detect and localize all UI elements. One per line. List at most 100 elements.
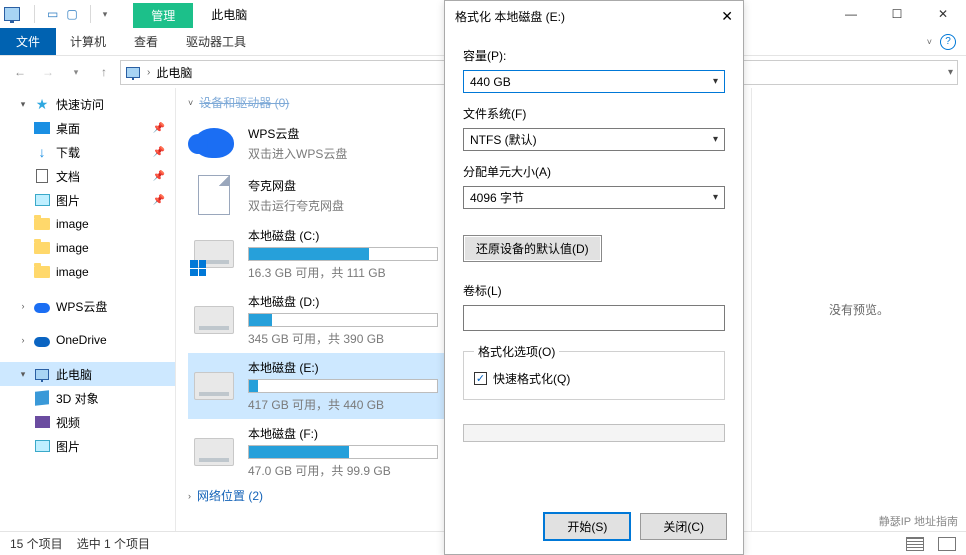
disk-icon — [192, 366, 236, 406]
nav-forward-button[interactable]: → — [36, 60, 60, 84]
drive-sub: 417 GB 可用，共 440 GB — [248, 396, 438, 413]
format-dialog: 格式化 本地磁盘 (E:) ✕ 容量(P): 440 GB ▾ 文件系统(F) N… — [444, 0, 744, 555]
sidebar-item-pics2[interactable]: 图片 — [0, 434, 175, 458]
sidebar-item-videos[interactable]: 视频 — [0, 410, 175, 434]
drive-sub: 16.3 GB 可用，共 111 GB — [248, 264, 438, 281]
download-icon: ↓ — [34, 144, 50, 160]
close-button[interactable]: ✕ — [920, 0, 966, 28]
sidebar-item-label: image — [56, 217, 89, 231]
sidebar-item-label: image — [56, 241, 89, 255]
expand-icon[interactable]: ▾ — [18, 99, 28, 110]
sidebar-item-label: 图片 — [56, 438, 80, 455]
folder-icon — [34, 240, 50, 256]
address-pc-icon — [125, 64, 141, 80]
group-label: 设备和驱动器 (0) — [199, 94, 289, 111]
ribbon-file[interactable]: 文件 — [0, 28, 56, 55]
disk-icon — [192, 234, 236, 274]
sidebar-item-label: 文档 — [56, 168, 80, 185]
maximize-button[interactable]: ☐ — [874, 0, 920, 28]
help-icon[interactable]: ? — [940, 34, 956, 50]
sidebar-quick-access[interactable]: ▾ ★ 快速访问 — [0, 92, 175, 116]
qat-dropdown-icon[interactable]: ▾ — [103, 9, 108, 20]
sidebar: ▾ ★ 快速访问 桌面📌 ↓下载📌 文档 📌 图片 📌 image image im… — [0, 88, 176, 531]
item-sub: 双击运行夸克网盘 — [248, 197, 344, 214]
sidebar-item-label: 3D 对象 — [56, 390, 99, 407]
wps-cloud-icon — [34, 298, 50, 314]
au-value: 4096 字节 — [470, 189, 524, 206]
format-progress — [463, 424, 725, 442]
sidebar-onedrive[interactable]: › OneDrive — [0, 328, 175, 352]
view-icons-icon[interactable] — [938, 537, 956, 551]
chevron-down-icon: ▾ — [713, 192, 718, 203]
sidebar-item-3d[interactable]: 3D 对象 — [0, 386, 175, 410]
drive-sub: 47.0 GB 可用，共 99.9 GB — [248, 462, 438, 479]
qat-item-icon[interactable]: ▢ — [66, 7, 77, 21]
address-dropdown-icon[interactable]: ▾ — [948, 67, 953, 78]
nav-history-button[interactable]: ▾ — [64, 60, 88, 84]
dialog-close-button[interactable]: ✕ — [721, 8, 733, 25]
window-title: 此电脑 — [211, 6, 247, 23]
sidebar-item-pictures[interactable]: 图片 📌 — [0, 188, 175, 212]
dialog-title: 格式化 本地磁盘 (E:) — [455, 8, 565, 25]
expand-icon[interactable]: › — [18, 301, 28, 311]
nav-back-button[interactable]: ← — [8, 60, 32, 84]
filesystem-select[interactable]: NTFS (默认)▾ — [463, 128, 725, 151]
capacity-select[interactable]: 440 GB ▾ — [463, 70, 725, 93]
capacity-label: 容量(P): — [463, 47, 725, 64]
dialog-body: 容量(P): 440 GB▾ 文件系统(F) NTFS (默认)▾ 分配单元大小… — [445, 31, 743, 503]
context-tab-manage[interactable]: 管理 — [133, 3, 193, 28]
restore-defaults-button[interactable]: 还原设备的默认值(D) — [463, 235, 602, 262]
ribbon-right: ˅ ? — [927, 34, 966, 50]
quick-access-toolbar: ▭ ▢ ▾ — [24, 5, 113, 23]
item-sub: 双击进入WPS云盘 — [248, 145, 347, 162]
ribbon-collapse-icon[interactable]: ˅ — [927, 37, 932, 47]
breadcrumb-sep-icon[interactable]: › — [145, 67, 152, 78]
quick-format-label: 快速格式化(Q) — [493, 370, 570, 387]
allocation-unit-select[interactable]: 4096 字节 ▾ — [463, 186, 725, 209]
sidebar-wps[interactable]: ›WPS云盘 — [0, 294, 175, 318]
start-button[interactable]: 开始(S) — [544, 513, 630, 540]
collapse-icon[interactable]: ˅ — [188, 98, 193, 108]
pin-icon: 📌 — [153, 171, 165, 182]
folder-icon — [34, 264, 50, 280]
ribbon-view[interactable]: 查看 — [120, 28, 172, 55]
nav-up-button[interactable]: ↑ — [92, 60, 116, 84]
dialog-footer: 开始(S) 关闭(C) — [445, 503, 743, 554]
sidebar-item-image[interactable]: image — [0, 236, 175, 260]
pictures-icon — [34, 192, 50, 208]
drive-usage-bar — [248, 247, 438, 261]
sidebar-item-label: 图片 — [56, 192, 80, 209]
chevron-down-icon: ▾ — [713, 134, 718, 145]
pc-icon — [34, 366, 50, 382]
drive-name: 本地磁盘 (F:) — [248, 425, 438, 442]
sidebar-item-image[interactable]: image — [0, 260, 175, 284]
sidebar-item-desktop[interactable]: 桌面📌 — [0, 116, 175, 140]
volume-label-input[interactable] — [463, 305, 725, 331]
capacity-value: 440 GB — [470, 75, 511, 89]
sidebar-label: OneDrive — [56, 333, 107, 347]
close-button[interactable]: 关闭(C) — [640, 513, 727, 540]
ribbon-drive-tools[interactable]: 驱动器工具 — [172, 28, 260, 55]
sidebar-item-image[interactable]: image — [0, 212, 175, 236]
chevron-down-icon: ▾ — [713, 76, 718, 87]
quick-format-checkbox[interactable]: ✓ 快速格式化(Q) — [474, 370, 714, 387]
drive-usage-bar — [248, 313, 438, 327]
sidebar-item-documents[interactable]: 文档 📌 — [0, 164, 175, 188]
expand-icon[interactable]: › — [18, 335, 28, 345]
minimize-button[interactable]: — — [828, 0, 874, 28]
expand-icon[interactable]: › — [188, 491, 191, 501]
dialog-titlebar[interactable]: 格式化 本地磁盘 (E:) ✕ — [445, 1, 743, 31]
sidebar-this-pc[interactable]: ▾此电脑 — [0, 362, 175, 386]
star-icon: ★ — [34, 96, 50, 112]
sidebar-item-downloads[interactable]: ↓下载📌 — [0, 140, 175, 164]
fs-label: 文件系统(F) — [463, 105, 725, 122]
document-icon — [34, 168, 50, 184]
view-details-icon[interactable] — [906, 537, 924, 551]
pin-icon: 📌 — [153, 195, 165, 206]
disk-icon — [192, 432, 236, 472]
pin-icon: 📌 — [153, 123, 165, 134]
breadcrumb-this-pc[interactable]: 此电脑 — [156, 64, 192, 81]
expand-icon[interactable]: ▾ — [18, 369, 28, 380]
ribbon-computer[interactable]: 计算机 — [56, 28, 120, 55]
qat-properties-icon[interactable]: ▭ — [47, 7, 58, 21]
